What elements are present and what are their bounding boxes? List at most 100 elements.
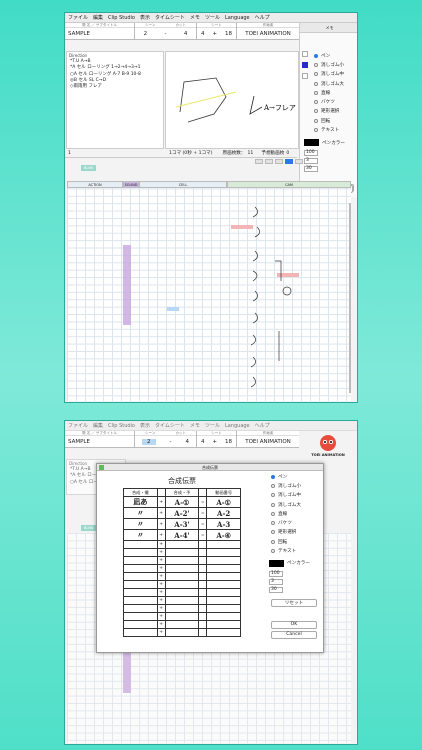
table-cell[interactable]: A-3: [206, 518, 241, 530]
table-cell[interactable]: [123, 556, 158, 565]
table-cell[interactable]: A-4': [164, 529, 200, 541]
table-cell[interactable]: [206, 580, 241, 589]
pen-color-row[interactable]: ペンカラー: [304, 139, 345, 146]
table-cell[interactable]: [206, 572, 241, 581]
table-cell[interactable]: A-2': [164, 507, 200, 519]
table-cell[interactable]: =: [198, 518, 208, 530]
tool-eraser-large[interactable]: 消しゴム大: [310, 79, 357, 88]
menu-view[interactable]: 表示: [140, 422, 150, 429]
size-input[interactable]: 100: [269, 570, 283, 577]
table-cell[interactable]: [164, 628, 200, 637]
table-cell[interactable]: A-④: [206, 529, 241, 541]
table-cell[interactable]: 〃: [123, 518, 158, 530]
redo-icon[interactable]: [265, 159, 273, 164]
menu-help[interactable]: ヘルプ: [255, 14, 270, 21]
table-cell[interactable]: [164, 564, 200, 573]
table-cell[interactable]: [198, 548, 208, 557]
tool-rect-select[interactable]: 矩形選択: [310, 107, 357, 116]
next-icon[interactable]: [295, 159, 303, 164]
table-cell[interactable]: [123, 548, 158, 557]
value3-input[interactable]: 30: [269, 586, 283, 593]
table-cell[interactable]: A-①: [206, 496, 241, 508]
table-cell[interactable]: [123, 580, 158, 589]
tab-blank[interactable]: BLNK: [81, 525, 97, 531]
table-cell[interactable]: +: [156, 518, 166, 530]
table-cell[interactable]: [123, 612, 158, 621]
value2-input[interactable]: 3: [304, 158, 318, 164]
table-cell[interactable]: [164, 596, 200, 605]
table-cell[interactable]: 凪あ: [123, 496, 158, 508]
tool-eraser-medium[interactable]: 消しゴム中: [267, 491, 323, 500]
table-cell[interactable]: [198, 540, 208, 549]
table-cell[interactable]: [123, 628, 158, 637]
prev-icon[interactable]: [275, 159, 283, 164]
menu-edit[interactable]: 編集: [93, 14, 103, 21]
menu-file[interactable]: ファイル: [68, 422, 88, 429]
table-cell[interactable]: [164, 612, 200, 621]
direction-box[interactable]: Direction *T.U A→B *A セル ローリング 1→2→4→3→1…: [66, 51, 164, 149]
tool-text[interactable]: テキスト: [310, 125, 357, 134]
value2-input[interactable]: 3: [269, 578, 283, 585]
menu-help[interactable]: ヘルプ: [255, 422, 270, 429]
frames-a[interactable]: 4: [201, 439, 205, 445]
table-cell[interactable]: [198, 572, 208, 581]
table-cell[interactable]: [198, 596, 208, 605]
palette-swatch-white[interactable]: [302, 73, 308, 79]
table-cell[interactable]: +: [156, 604, 166, 613]
table-cell[interactable]: [198, 604, 208, 613]
table-cell[interactable]: [164, 604, 200, 613]
table-cell[interactable]: +: [156, 588, 166, 597]
table-cell[interactable]: [198, 556, 208, 565]
table-cell[interactable]: +: [156, 564, 166, 573]
tool-eraser-medium[interactable]: 消しゴム中: [310, 70, 357, 79]
table-cell[interactable]: 〃: [123, 507, 158, 519]
cut-field[interactable]: 4: [186, 439, 190, 445]
table-cell[interactable]: [198, 580, 208, 589]
menu-memo[interactable]: メモ: [190, 14, 200, 21]
table-cell[interactable]: +: [156, 628, 166, 637]
tool-eraser-large[interactable]: 消しゴム大: [267, 500, 323, 509]
tool-pen[interactable]: ペン: [310, 51, 357, 60]
table-cell[interactable]: A-①: [164, 496, 200, 508]
pen-mode-icon[interactable]: [285, 159, 293, 164]
table-cell[interactable]: [123, 596, 158, 605]
ok-button[interactable]: OK: [271, 620, 317, 629]
menu-clipstudio[interactable]: Clip Studio: [108, 15, 135, 21]
table-cell[interactable]: [123, 564, 158, 573]
reset-button[interactable]: リセット: [271, 598, 317, 607]
table-cell[interactable]: [123, 620, 158, 629]
window-button-icon[interactable]: [99, 465, 104, 470]
table-cell[interactable]: +: [156, 507, 166, 519]
tool-eraser-small[interactable]: 消しゴム小: [310, 60, 357, 69]
table-cell[interactable]: [164, 556, 200, 565]
menu-timesheet[interactable]: タイムシート: [155, 14, 185, 21]
table-cell[interactable]: A-3': [164, 518, 200, 530]
table-cell[interactable]: [198, 612, 208, 621]
studio-field[interactable]: TOEI ANIMATION: [237, 28, 299, 39]
table-cell[interactable]: [206, 604, 241, 613]
pen-color-swatch[interactable]: [304, 139, 319, 146]
menu-edit[interactable]: 編集: [93, 422, 103, 429]
tool-eraser-small[interactable]: 消しゴム小: [267, 481, 323, 490]
table-cell[interactable]: [123, 540, 158, 549]
sketch-canvas[interactable]: A→フレア: [165, 51, 299, 149]
scene-field[interactable]: 2: [142, 438, 156, 445]
table-cell[interactable]: [206, 596, 241, 605]
studio-field[interactable]: TOEI ANIMATION: [237, 436, 299, 447]
menu-tools[interactable]: ツール: [205, 422, 220, 429]
table-cell[interactable]: [164, 548, 200, 557]
pen-color-row[interactable]: ペンカラー: [269, 559, 323, 567]
table-cell[interactable]: [198, 588, 208, 597]
table-cell[interactable]: [123, 572, 158, 581]
menu-language[interactable]: Language: [225, 15, 250, 21]
tool-bucket[interactable]: バケツ: [267, 518, 323, 527]
table-cell[interactable]: [198, 628, 208, 637]
table-cell[interactable]: [198, 564, 208, 573]
tool-rect-select[interactable]: 矩形選択: [267, 528, 323, 537]
frames-b[interactable]: 18: [225, 31, 232, 37]
title-field[interactable]: SAMPLE: [65, 28, 134, 39]
menu-clipstudio[interactable]: Clip Studio: [108, 423, 135, 429]
menu-language[interactable]: Language: [225, 423, 250, 429]
table-cell[interactable]: [198, 620, 208, 629]
undo-icon[interactable]: [255, 159, 263, 164]
